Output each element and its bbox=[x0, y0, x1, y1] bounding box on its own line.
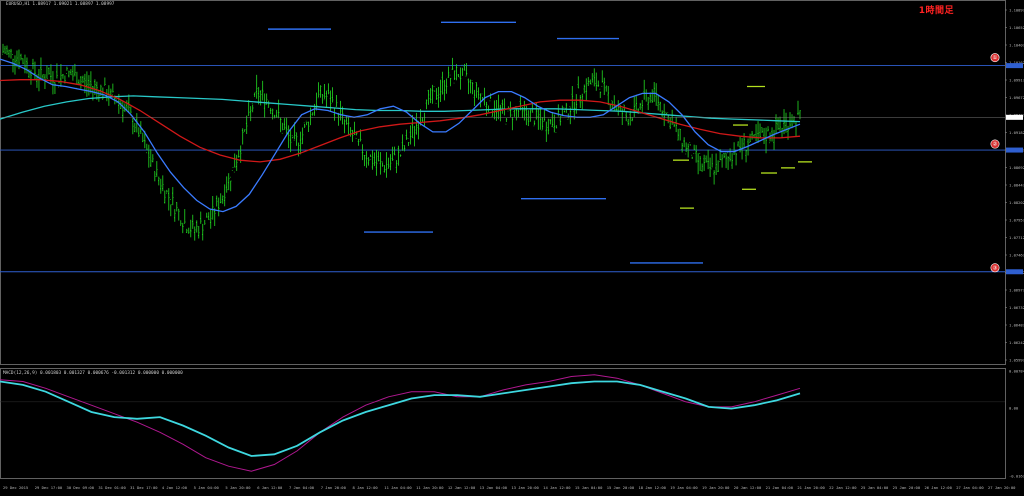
x-tick-label: 5 Jan 04:00 bbox=[194, 485, 220, 490]
y-tick-label: 1.05997 bbox=[1009, 358, 1024, 363]
x-tick-label: 27 Jan 04:00 bbox=[956, 485, 984, 490]
level-marker-label: ② bbox=[993, 141, 998, 148]
y-tick-label: 1.09917 bbox=[1009, 78, 1024, 83]
x-tick-label: 4 Jan 12:00 bbox=[162, 485, 188, 490]
macd-y-tick-label: 0.007844 bbox=[1009, 369, 1024, 374]
y-tick-label: 1.08447 bbox=[1009, 183, 1024, 188]
x-tick-label: 11 Jan 04:00 bbox=[384, 485, 412, 490]
chart-symbol-header: EURUSD,H1 1.08917 1.09021 1.08897 1.0899… bbox=[6, 2, 115, 7]
y-tick-label: 1.10897 bbox=[1009, 8, 1024, 13]
ma-mid-line bbox=[0, 79, 801, 163]
x-tick-label: 18 Jan 12:00 bbox=[638, 485, 666, 490]
x-tick-label: 27 Jan 20:00 bbox=[988, 485, 1016, 490]
y-tick-label: 1.08692 bbox=[1009, 165, 1024, 170]
macd-panel-frame bbox=[0, 368, 1006, 479]
x-tick-label: 30 Dec 09:00 bbox=[67, 485, 95, 490]
x-tick-label: 22 Jan 12:00 bbox=[829, 485, 857, 490]
macd-signal-line bbox=[0, 374, 801, 472]
x-tick-label: 6 Jan 12:00 bbox=[257, 485, 283, 490]
macd-y-tick-label: 0.00 bbox=[1009, 406, 1019, 411]
x-tick-label: 8 Jan 12:00 bbox=[353, 485, 379, 490]
x-tick-label: 21 Jan 20:00 bbox=[797, 485, 825, 490]
x-tick-label: 13 Jan 20:00 bbox=[511, 485, 539, 490]
y-tick-label: 1.07467 bbox=[1009, 253, 1024, 258]
price-panel-frame bbox=[0, 0, 1006, 365]
x-tick-label: 26 Jan 12:00 bbox=[924, 485, 952, 490]
x-tick-label: 29 Dec 2015 bbox=[3, 485, 28, 490]
x-tick-label: 20 Jan 12:00 bbox=[734, 485, 762, 490]
x-tick-label: 7 Jan 20:00 bbox=[321, 485, 347, 490]
y-tick-label: 1.10407 bbox=[1009, 43, 1024, 48]
x-tick-label: 25 Jan 04:00 bbox=[861, 485, 889, 490]
level-2-price-tag bbox=[1006, 147, 1023, 153]
price-chart-canvas[interactable]: 1.108971.106521.104071.101621.099171.096… bbox=[0, 0, 1024, 492]
y-tick-label: 1.09182 bbox=[1009, 130, 1024, 135]
x-tick-label: 13 Jan 04:00 bbox=[480, 485, 508, 490]
level-marker-label: ③ bbox=[993, 264, 998, 271]
x-tick-label: 19 Jan 20:00 bbox=[702, 485, 730, 490]
y-tick-label: 1.06977 bbox=[1009, 288, 1024, 293]
y-tick-label: 1.07712 bbox=[1009, 235, 1024, 240]
y-tick-label: 1.08202 bbox=[1009, 200, 1024, 205]
y-tick-label: 1.06487 bbox=[1009, 323, 1024, 328]
timeframe-label: 1時間足 bbox=[918, 6, 954, 16]
x-tick-label: 15 Jan 20:00 bbox=[607, 485, 635, 490]
macd-y-tick-label: -0.016753 bbox=[1009, 474, 1024, 479]
x-tick-label: 14 Jan 12:00 bbox=[543, 485, 571, 490]
x-tick-label: 31 Dec 17:00 bbox=[130, 485, 158, 490]
level-1-price-tag bbox=[1006, 63, 1023, 69]
x-tick-label: 19 Jan 04:00 bbox=[670, 485, 698, 490]
x-tick-label: 31 Dec 01:00 bbox=[98, 485, 126, 490]
x-tick-label: 5 Jan 20:00 bbox=[225, 485, 251, 490]
x-tick-label: 29 Dec 17:00 bbox=[35, 485, 63, 490]
y-tick-label: 1.10652 bbox=[1009, 25, 1024, 30]
x-tick-label: 12 Jan 12:00 bbox=[448, 485, 476, 490]
x-tick-label: 15 Jan 04:00 bbox=[575, 485, 603, 490]
y-tick-label: 1.07957 bbox=[1009, 218, 1024, 223]
x-tick-label: 21 Jan 04:00 bbox=[766, 485, 794, 490]
trading-chart-window[interactable]: 1.10897 1.10652 1.10407 1.10162 1.09917 1.096… bbox=[0, 0, 1024, 492]
macd-header: MACD(12,26,9) 0.001803 0.001327 0.000676… bbox=[3, 371, 183, 376]
level-3-price-tag bbox=[1006, 269, 1023, 275]
y-tick-label: 1.09672 bbox=[1009, 95, 1024, 100]
x-tick-label: 7 Jan 04:00 bbox=[289, 485, 315, 490]
current-price-tag bbox=[1006, 114, 1023, 120]
x-tick-label: 25 Jan 20:00 bbox=[893, 485, 921, 490]
x-tick-label: 11 Jan 20:00 bbox=[416, 485, 444, 490]
y-tick-label: 1.06242 bbox=[1009, 340, 1024, 345]
macd-main-line bbox=[0, 380, 801, 457]
y-tick-label: 1.06732 bbox=[1009, 305, 1024, 310]
level-marker-label: ① bbox=[993, 54, 998, 61]
